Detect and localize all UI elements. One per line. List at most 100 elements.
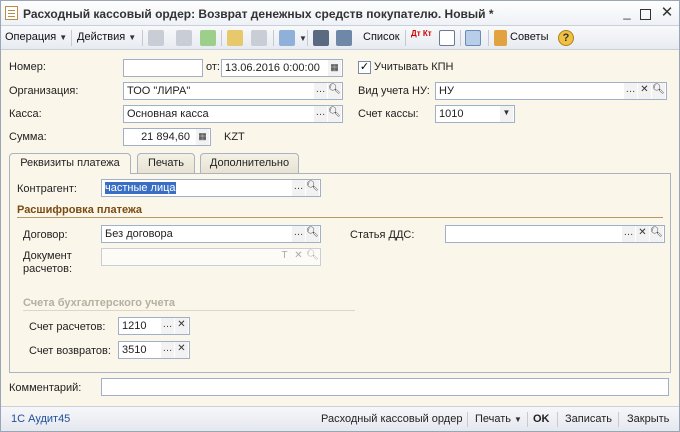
kpn-checkbox[interactable]: ✓ [358, 61, 371, 74]
search-icon[interactable]: 🔍︎ [306, 180, 319, 196]
operation-menu[interactable]: Операция ▼ [5, 31, 67, 43]
toolbar-separator [221, 30, 222, 46]
maximize-button[interactable] [640, 9, 651, 20]
contract-field[interactable]: Без договора … 🔍︎ [101, 225, 321, 243]
search-icon[interactable]: 🔍︎ [306, 226, 319, 242]
document-icon [5, 6, 18, 20]
clear-icon[interactable]: ✕ [175, 318, 188, 334]
search-icon[interactable]: 🔍︎ [328, 83, 341, 99]
chevron-down-icon[interactable]: ▼ [299, 34, 307, 43]
ok-button[interactable]: OK [533, 413, 550, 425]
tab-payment-details[interactable]: Реквизиты платежа [9, 153, 131, 174]
advice-button[interactable]: Советы [510, 31, 548, 43]
sum-label: Сумма: [9, 131, 47, 143]
organization-value: ТОО "ЛИРА" [127, 85, 191, 97]
list-settings-icon[interactable] [336, 30, 352, 46]
add-icon[interactable] [148, 30, 164, 46]
contractor-value: частные лица [105, 182, 176, 194]
select-button[interactable]: … [292, 180, 305, 196]
return-account-value: 3510 [122, 344, 147, 356]
toolbar-separator [527, 412, 528, 427]
organization-field[interactable]: ТОО "ЛИРА" … 🔍︎ [123, 82, 343, 100]
contract-label: Договор: [23, 229, 68, 241]
divider [17, 217, 663, 218]
sum-field[interactable]: 21 894,60 ▦ [123, 128, 211, 146]
date-field[interactable]: 13.06.2016 0:00:00 ▦ [221, 59, 343, 77]
settlement-doc-label: Документ [23, 250, 72, 262]
toolbar-separator [488, 30, 489, 46]
date-label: от: [206, 61, 220, 73]
settlement-account-label: Счет расчетов: [29, 321, 106, 333]
search-icon[interactable]: 🔍︎ [652, 83, 665, 99]
tab-additional[interactable]: Дополнительно [200, 153, 299, 173]
settlement-account-value: 1210 [122, 320, 147, 332]
list-button[interactable]: Список [363, 31, 400, 43]
nu-type-value: НУ [439, 85, 454, 97]
select-button[interactable]: … [292, 226, 305, 242]
status-bar: 1С Аудит45 Расходный кассовый ордер Печа… [1, 406, 679, 431]
nu-type-field[interactable]: НУ … ✕ 🔍︎ [435, 82, 667, 100]
select-button[interactable]: … [624, 83, 637, 99]
refresh-icon[interactable] [200, 30, 216, 46]
contractor-field[interactable]: частные лица … 🔍︎ [101, 179, 321, 197]
unpost-document-icon[interactable] [251, 30, 267, 46]
chevron-down-icon: ▼ [128, 33, 137, 42]
cash-register-field[interactable]: Основная касса … 🔍︎ [123, 105, 343, 123]
dt-kt-button[interactable]: Дт Кт [411, 30, 432, 38]
select-button[interactable]: … [161, 342, 174, 358]
clear-icon[interactable]: ✕ [638, 83, 651, 99]
copy-icon[interactable] [176, 30, 192, 46]
actions-menu[interactable]: Действия ▼ [77, 31, 136, 43]
number-field[interactable] [123, 59, 203, 77]
return-account-field[interactable]: 3510 … ✕ [118, 341, 190, 359]
clear-icon[interactable]: ✕ [636, 226, 649, 242]
calculator-icon[interactable]: ▦ [196, 129, 209, 145]
structure-icon[interactable] [313, 30, 329, 46]
post-document-icon[interactable] [227, 30, 243, 46]
cash-register-value: Основная касса [127, 108, 209, 120]
chevron-down-icon: ▼ [514, 415, 522, 424]
toolbar-separator [273, 30, 274, 46]
help-icon[interactable]: ? [558, 30, 574, 46]
search-icon[interactable]: 🔍︎ [650, 226, 663, 242]
toolbar-separator [557, 412, 558, 427]
chevron-down-icon: ▼ [59, 33, 68, 42]
dds-label: Статья ДДС: [350, 229, 415, 241]
cash-account-select[interactable]: 1010 ▼ [435, 105, 515, 123]
select-button[interactable]: … [314, 83, 327, 99]
comment-field[interactable] [101, 378, 669, 396]
chevron-down-icon[interactable]: ▼ [500, 106, 513, 122]
close-button[interactable]: Закрыть [627, 413, 669, 425]
calendar-icon[interactable]: ▦ [328, 60, 341, 76]
search-icon[interactable]: 🔍︎ [306, 249, 319, 265]
toolbar-separator [142, 30, 143, 46]
settlement-doc-field[interactable]: T ✕ 🔍︎ [101, 248, 321, 266]
doc-print-button[interactable]: Расходный кассовый ордер [321, 413, 462, 425]
type-icon[interactable]: T [278, 249, 291, 265]
go-to-icon[interactable] [279, 30, 295, 46]
app-link[interactable]: 1С Аудит45 [11, 413, 70, 425]
close-window-button[interactable]: ✕ [660, 5, 674, 20]
print-menu-label: Печать [475, 413, 512, 425]
clear-icon[interactable]: ✕ [175, 342, 188, 358]
tab-print[interactable]: Печать [137, 153, 195, 173]
date-value: 13.06.2016 0:00:00 [225, 62, 320, 74]
select-button[interactable]: … [161, 318, 174, 334]
toolbar-separator [618, 412, 619, 427]
cash-account-label: Счет кассы: [358, 108, 419, 120]
search-icon[interactable]: 🔍︎ [328, 106, 341, 122]
document-window: Расходный кассовый ордер: Возврат денежн… [0, 0, 680, 432]
report-icon[interactable] [439, 30, 455, 46]
select-button[interactable]: … [622, 226, 635, 242]
dds-field[interactable]: … ✕ 🔍︎ [445, 225, 665, 243]
cash-account-value: 1010 [439, 108, 464, 120]
save-button[interactable]: Записать [565, 413, 612, 425]
window-title: Расходный кассовый ордер: Возврат денежн… [23, 7, 494, 21]
select-button[interactable]: … [314, 106, 327, 122]
filter-icon[interactable] [465, 30, 481, 46]
print-menu[interactable]: Печать ▼ [475, 413, 522, 425]
clear-icon[interactable]: ✕ [292, 249, 305, 265]
comment-label: Комментарий: [9, 382, 82, 394]
minimize-button[interactable]: _ [620, 6, 634, 20]
settlement-account-field[interactable]: 1210 … ✕ [118, 317, 190, 335]
